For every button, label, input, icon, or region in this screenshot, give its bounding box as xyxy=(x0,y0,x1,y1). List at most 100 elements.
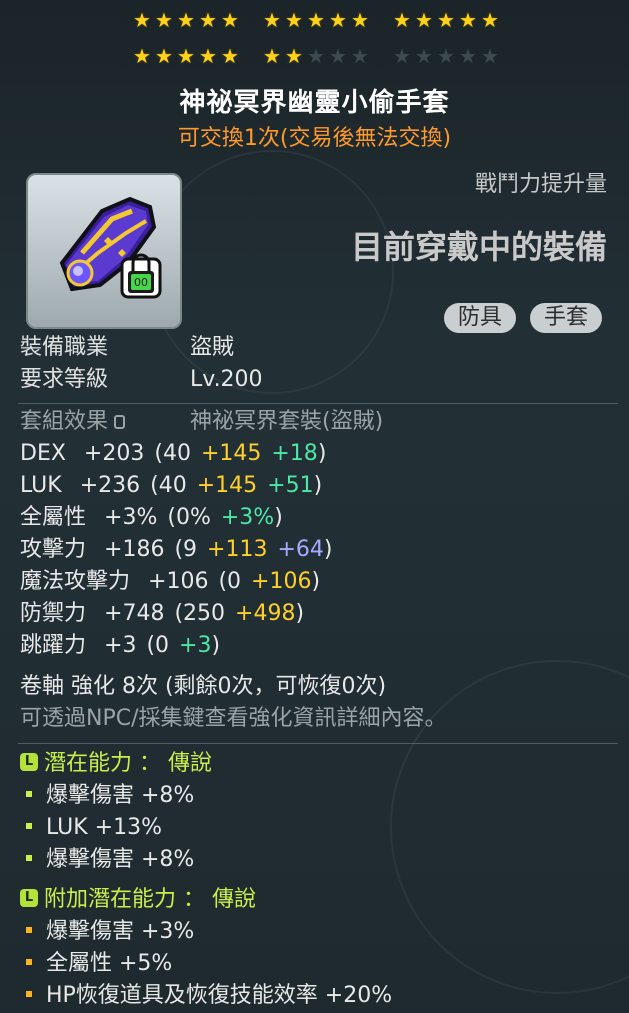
tag-armor: 防具 xyxy=(444,303,517,333)
stat-close: ) xyxy=(317,441,327,466)
potential-line: LUK +13% xyxy=(26,813,162,843)
stat-total: +186 xyxy=(104,537,165,562)
star-empty-icon: ★ xyxy=(437,44,455,68)
star-empty-icon: ★ xyxy=(393,44,411,68)
star-group-6: ★ ★ ★ ★ ★ xyxy=(392,46,500,72)
star-filled-icon: ★ xyxy=(481,8,499,32)
lock-icon xyxy=(114,415,126,429)
star-filled-icon: ★ xyxy=(177,8,195,32)
stat-bonus-flame: +498 xyxy=(235,601,296,626)
stat-name: 攻擊力 xyxy=(20,537,87,562)
stat-close: ) xyxy=(313,473,323,498)
job-requirement-row: 裝備職業 盜賊 xyxy=(20,333,234,363)
stat-row: LUK +236 (40 +145 +51) xyxy=(20,471,322,501)
stat-total: +3 xyxy=(104,633,137,658)
stat-bonus-upgrade: +3% xyxy=(220,505,275,530)
stat-bonus-upgrade: +3 xyxy=(179,633,212,658)
bullet-icon xyxy=(26,855,32,861)
bullet-icon xyxy=(26,823,32,829)
svg-text:00: 00 xyxy=(134,276,148,289)
additional-potential-line: 爆擊傷害 +3% xyxy=(26,917,194,947)
stat-total: +106 xyxy=(148,569,209,594)
star-filled-icon: ★ xyxy=(285,44,303,68)
star-empty-icon: ★ xyxy=(351,44,369,68)
stat-row: 攻擊力 +186 (9 +113 +64) xyxy=(20,535,333,565)
stat-row: 防禦力 +748 (250 +498) xyxy=(20,599,304,629)
bullet-icon xyxy=(26,959,32,965)
set-effect-label: 套組效果 xyxy=(20,409,109,434)
scroll-hint-row: 可透過NPC/採集鍵查看強化資訊詳細內容。 xyxy=(20,704,447,734)
star-filled-icon: ★ xyxy=(459,8,477,32)
stat-name: 跳躍力 xyxy=(20,633,87,658)
star-filled-icon: ★ xyxy=(437,8,455,32)
star-filled-icon: ★ xyxy=(133,44,151,68)
stat-name: 全屬性 xyxy=(20,505,87,530)
stat-bonus-flame: +145 xyxy=(196,473,258,498)
divider xyxy=(18,403,618,404)
level-value: Lv.200 xyxy=(190,367,263,392)
potential-line: 爆擊傷害 +8% xyxy=(26,781,194,811)
stat-row: 魔法攻擊力 +106 (0 +106) xyxy=(20,567,320,597)
job-value: 盜賊 xyxy=(190,335,235,360)
stat-base: (40 xyxy=(150,473,187,498)
star-filled-icon: ★ xyxy=(307,8,325,32)
set-effect-row: 套組效果 神祕冥界套裝(盜賊) xyxy=(20,407,383,437)
job-label: 裝備職業 xyxy=(20,335,109,360)
stat-bonus-flame: +106 xyxy=(251,569,312,594)
stat-total: +3% xyxy=(104,505,158,530)
star-filled-icon: ★ xyxy=(155,44,173,68)
background-decoration xyxy=(150,150,394,394)
stat-name: 防禦力 xyxy=(20,601,87,626)
scroll-hint-text: 可透過NPC/採集鍵查看強化資訊詳細內容。 xyxy=(20,706,447,731)
stat-base: (250 xyxy=(174,601,226,626)
currently-equipped-label: 目前穿戴中的裝備 xyxy=(350,228,607,266)
star-filled-icon: ★ xyxy=(221,8,239,32)
star-filled-icon: ★ xyxy=(199,8,217,32)
star-filled-icon: ★ xyxy=(133,8,151,32)
stat-base: (0% xyxy=(167,505,211,530)
potential-title-row: L 潛在能力 ： 傳說 xyxy=(20,749,212,779)
item-icon-frame[interactable]: 00 xyxy=(26,173,182,329)
star-filled-icon: ★ xyxy=(415,8,433,32)
additional-potential-title-row: L 附加潛在能力 ： 傳說 xyxy=(20,885,256,915)
star-force-row-2: ★ ★ ★ ★ ★ ★ ★ ★ ★ ★ ★ ★ ★ ★ ★ xyxy=(0,46,629,72)
star-filled-icon: ★ xyxy=(177,44,195,68)
set-effect-value: 神祕冥界套裝(盜賊) xyxy=(190,409,384,434)
star-filled-icon: ★ xyxy=(221,44,239,68)
additional-potential-title: 附加潛在能力 ： 傳說 xyxy=(44,887,256,912)
additional-potential-line: 全屬性 +5% xyxy=(26,949,172,979)
stat-total: +203 xyxy=(83,441,145,466)
level-requirement-row: 要求等級 Lv.200 xyxy=(20,365,263,395)
star-force-row-1: ★ ★ ★ ★ ★ ★ ★ ★ ★ ★ ★ ★ ★ ★ ★ xyxy=(0,10,629,36)
combat-power-label: 戰鬥力提升量 xyxy=(474,172,607,197)
star-filled-icon: ★ xyxy=(351,8,369,32)
star-filled-icon: ★ xyxy=(199,44,217,68)
star-filled-icon: ★ xyxy=(329,8,347,32)
star-group-4: ★ ★ ★ ★ ★ xyxy=(132,46,240,72)
bullet-icon xyxy=(26,991,32,997)
star-empty-icon: ★ xyxy=(415,44,433,68)
stat-name: LUK xyxy=(20,473,62,498)
stat-name: DEX xyxy=(20,441,66,466)
stat-close: ) xyxy=(323,537,333,562)
stat-bonus-upgrade: +64 xyxy=(277,537,324,562)
stat-row: 跳躍力 +3 (0 +3) xyxy=(20,631,220,661)
potential-title: 潛在能力 ： 傳說 xyxy=(44,751,212,776)
stat-bonus-upgrade: +51 xyxy=(267,473,314,498)
scroll-upgrade-row: 卷軸 強化 8次 (剩餘0次，可恢復0次) xyxy=(20,672,386,702)
legendary-badge-icon: L xyxy=(20,753,38,771)
star-empty-icon: ★ xyxy=(307,44,325,68)
item-name: 神祕冥界幽靈小偷手套 xyxy=(179,88,450,118)
tag-gloves: 手套 xyxy=(530,303,603,333)
bullet-icon xyxy=(26,791,32,797)
star-empty-icon: ★ xyxy=(459,44,477,68)
star-filled-icon: ★ xyxy=(393,8,411,32)
star-empty-icon: ★ xyxy=(329,44,347,68)
legendary-badge-icon: L xyxy=(20,889,38,907)
purple-glove-icon: 00 xyxy=(59,196,162,299)
stat-row: 全屬性 +3% (0% +3%) xyxy=(20,503,283,533)
scroll-upgrade-text: 卷軸 強化 8次 (剩餘0次，可恢復0次) xyxy=(20,674,387,699)
stat-base: (0 xyxy=(218,569,242,594)
stat-bonus-flame: +145 xyxy=(200,441,262,466)
star-filled-icon: ★ xyxy=(263,44,281,68)
